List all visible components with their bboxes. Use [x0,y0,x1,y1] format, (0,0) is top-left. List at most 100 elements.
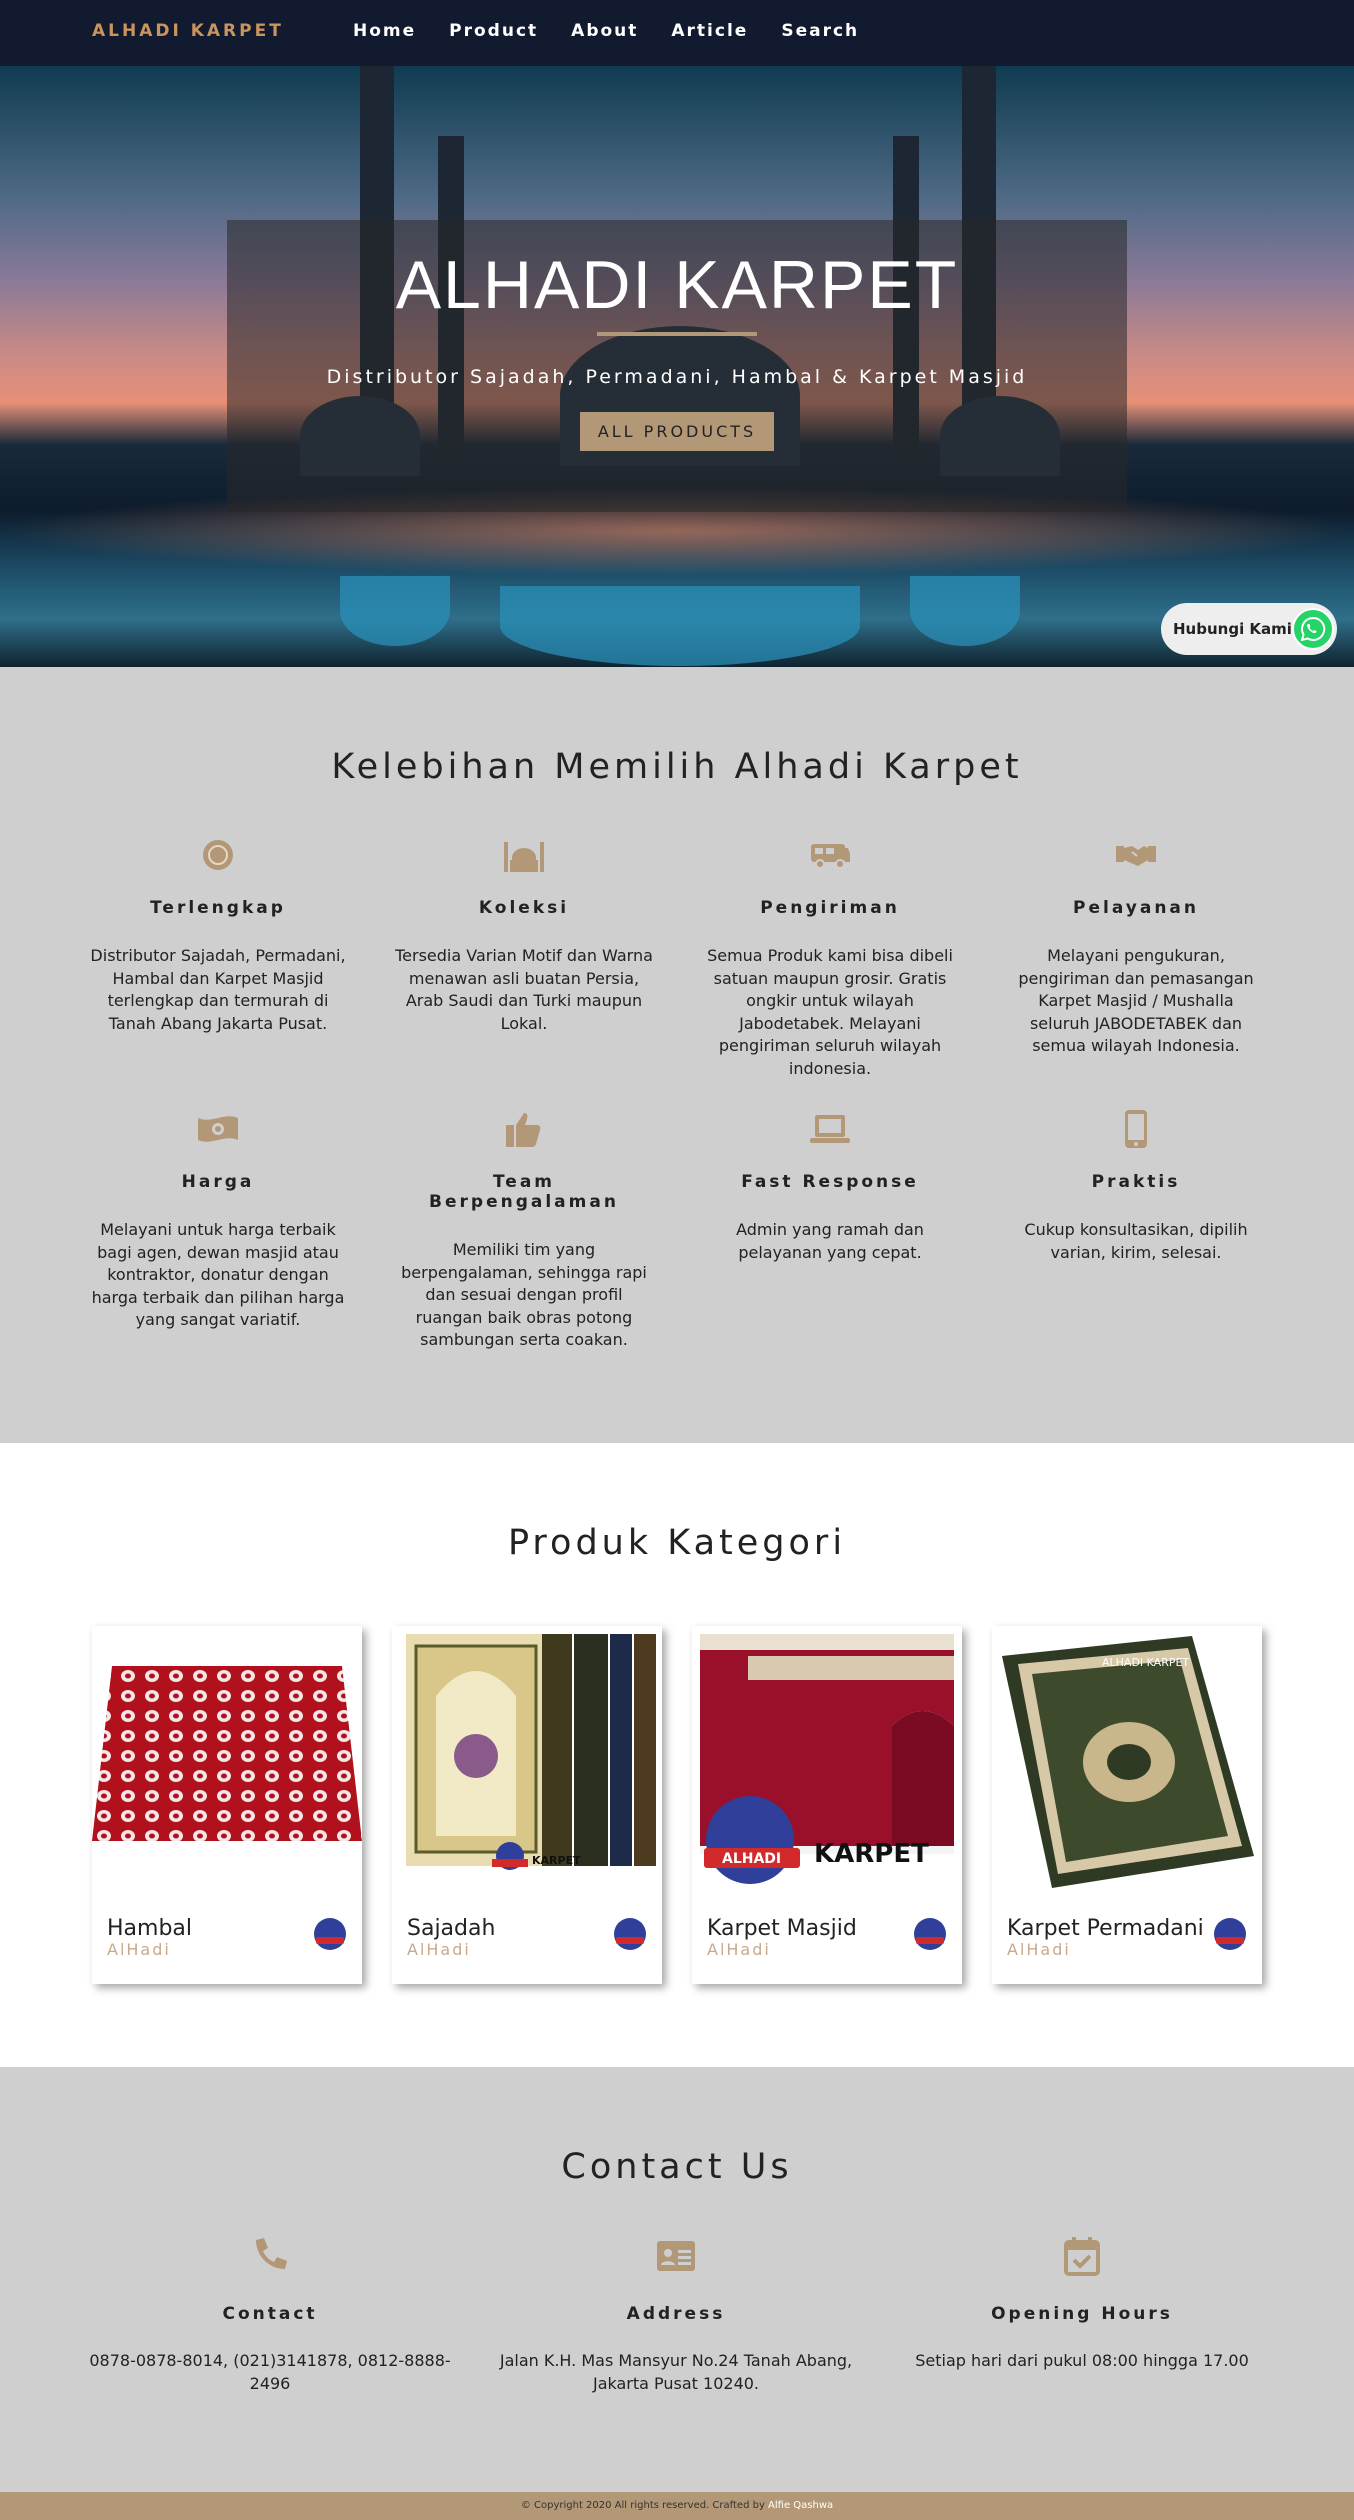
alhadi-logo-icon [614,1918,646,1950]
calendar-check-icon [1064,2236,1100,2280]
whatsapp-label: Hubungi Kami [1173,620,1292,638]
advantage-item: Pelayanan Melayani pengukuran, pengirima… [1006,838,1266,1080]
contact-item-title: Opening Hours [991,2304,1173,2324]
thumbs-up-icon [504,1109,544,1153]
advantages-section: Kelebihan Memilih Alhadi Karpet Terlengk… [0,667,1354,1443]
nav-item-home[interactable]: Home [353,21,416,41]
nav-item-product[interactable]: Product [449,21,538,41]
product-name: Karpet Permadani [1007,1916,1204,1941]
alhadi-logo-icon [1214,1918,1246,1950]
all-products-button[interactable]: ALL PRODUCTS [579,412,775,451]
advantage-text: Distributor Sajadah, Permadani, Hambal d… [90,946,346,1033]
product-name: Karpet Masjid [707,1916,857,1941]
advantage-title: Terlengkap [150,898,286,918]
handshake-icon [1115,840,1157,874]
advantage-item: Praktis Cukup konsultasikan, dipilih var… [1006,1109,1266,1352]
advantage-text: Admin yang ramah dan pelayanan yang cepa… [736,1220,924,1262]
whatsapp-contact-button[interactable]: Hubungi Kami [1161,603,1337,655]
hero-title: ALHADI KARPET [395,247,959,323]
contact-item: Opening Hours Setiap hari dari pukul 08:… [896,2235,1268,2395]
advantage-title: Harga [181,1172,255,1192]
product-brand: AlHadi [407,1940,471,1959]
product-card-karpet-masjid[interactable]: ALHADI KARPET Karpet Masjid AlHadi [692,1626,962,1984]
advantage-item: Terlengkap Distributor Sajadah, Permadan… [88,838,348,1080]
advantage-title: Fast Response [741,1172,919,1192]
advantage-text: Melayani untuk harga terbaik bagi agen, … [91,1220,345,1329]
product-image: ALHADI KARPET [992,1626,1262,1890]
phone-icon [250,2236,290,2280]
product-image: ALHADI KARPET [692,1626,962,1890]
advantages-title: Kelebihan Memilih Alhadi Karpet [331,747,1023,787]
mosque-icon [502,838,546,876]
product-name: Hambal [107,1916,193,1941]
alhadi-logo-icon [314,1918,346,1950]
reflection-right [910,576,1020,646]
contact-item-title: Contact [222,2304,318,2324]
contact-address-text: Jalan K.H. Mas Mansyur No.24 Tanah Abang… [499,2351,853,2393]
alhadi-logo-icon [914,1918,946,1950]
advantage-title: Pelayanan [1073,898,1199,918]
advantage-text: Memiliki tim yang berpengalaman, sehingg… [401,1240,647,1349]
contact-title: Contact Us [561,2147,793,2187]
medal-icon [201,838,235,876]
products-section: Produk Kategori Hambal AlHadi KARPET Saj… [0,1443,1354,2067]
footer-copyright: © Copyright 2020 All rights reserved. Cr… [520,2500,769,2511]
contact-phone-text[interactable]: 0878-0878-8014, (021)3141878, 0812-8888-… [84,2350,456,2395]
product-card-hambal[interactable]: Hambal AlHadi [92,1626,362,1984]
masjid-image-text: KARPET [814,1839,929,1869]
hero-subtitle: Distributor Sajadah, Permadani, Hambal &… [326,366,1028,388]
advantage-item: Team Berpengalaman Memiliki tim yang ber… [394,1112,654,1352]
sajadah-image-text: KARPET [532,1854,581,1867]
top-navbar: ALHADI KARPET Home Product About Article… [0,0,1354,66]
nav-item-search[interactable]: Search [781,21,859,41]
laptop-icon [809,1113,851,1149]
mobile-icon [1123,1109,1149,1153]
advantage-item: Koleksi Tersedia Varian Motif dan Warna … [394,838,654,1080]
contact-hours-text: Setiap hari dari pukul 08:00 hingga 17.0… [915,2351,1249,2370]
product-image [92,1626,362,1890]
contact-item-title: Address [626,2304,726,2324]
nav-menu: Home Product About Article Search [353,21,892,41]
advantage-title: Koleksi [478,898,570,918]
reflection-left [340,576,450,646]
footer: © Copyright 2020 All rights reserved. Cr… [0,2492,1354,2520]
product-brand: AlHadi [107,1940,171,1959]
van-icon [809,840,851,874]
product-card-sajadah[interactable]: KARPET Sajadah AlHadi [392,1626,662,1984]
whatsapp-icon [1292,608,1334,650]
advantage-text: Melayani pengukuran, pengiriman dan pema… [1018,946,1254,1055]
hero-divider [597,332,757,336]
contact-item: Contact 0878-0878-8014, (021)3141878, 08… [84,2235,456,2395]
advantage-text: Cukup konsultasikan, dipilih varian, kir… [1024,1220,1248,1262]
product-cards: Hambal AlHadi KARPET Sajadah AlHadi ALHA… [92,1626,1354,1984]
hero-banner: ALHADI KARPET Distributor Sajadah, Perma… [0,66,1354,667]
footer-credit-link[interactable]: Alfie Qashwa [768,2500,833,2511]
contact-section: Contact Us Contact 0878-0878-8014, (021)… [0,2067,1354,2492]
nav-item-about[interactable]: About [571,21,638,41]
advantage-text: Semua Produk kami bisa dibeli satuan mau… [707,946,953,1078]
product-brand: AlHadi [707,1940,771,1959]
contact-grid: Contact 0878-0878-8014, (021)3141878, 08… [84,2235,1354,2395]
permadani-image-text: ALHADI KARPET [1102,1656,1189,1669]
advantage-title: Praktis [1091,1172,1181,1192]
contact-item: Address Jalan K.H. Mas Mansyur No.24 Tan… [490,2235,862,2395]
advantage-item: Harga Melayani untuk harga terbaik bagi … [88,1112,348,1352]
nav-item-article[interactable]: Article [671,21,748,41]
address-card-icon [656,2239,696,2277]
hero-overlay-box: ALHADI KARPET Distributor Sajadah, Perma… [227,220,1127,512]
advantage-text: Tersedia Varian Motif dan Warna menawan … [395,946,653,1033]
reflection-main [500,586,860,666]
brand-logo[interactable]: ALHADI KARPET [92,21,284,41]
product-name: Sajadah [407,1916,496,1941]
product-brand: AlHadi [1007,1940,1071,1959]
advantage-item: Fast Response Admin yang ramah dan pelay… [700,1112,960,1352]
product-card-karpet-permadani[interactable]: ALHADI KARPET Karpet Permadani AlHadi [992,1626,1262,1984]
advantage-item: Pengiriman Semua Produk kami bisa dibeli… [700,838,960,1080]
products-title: Produk Kategori [507,1523,847,1563]
advantage-title: Pengiriman [760,898,900,918]
masjid-image-logo-text: ALHADI [722,1851,781,1867]
advantages-grid: Terlengkap Distributor Sajadah, Permadan… [88,838,1354,1352]
money-icon [196,1114,240,1148]
product-image: KARPET [392,1626,662,1890]
advantage-title: Team Berpengalaman [429,1172,619,1212]
